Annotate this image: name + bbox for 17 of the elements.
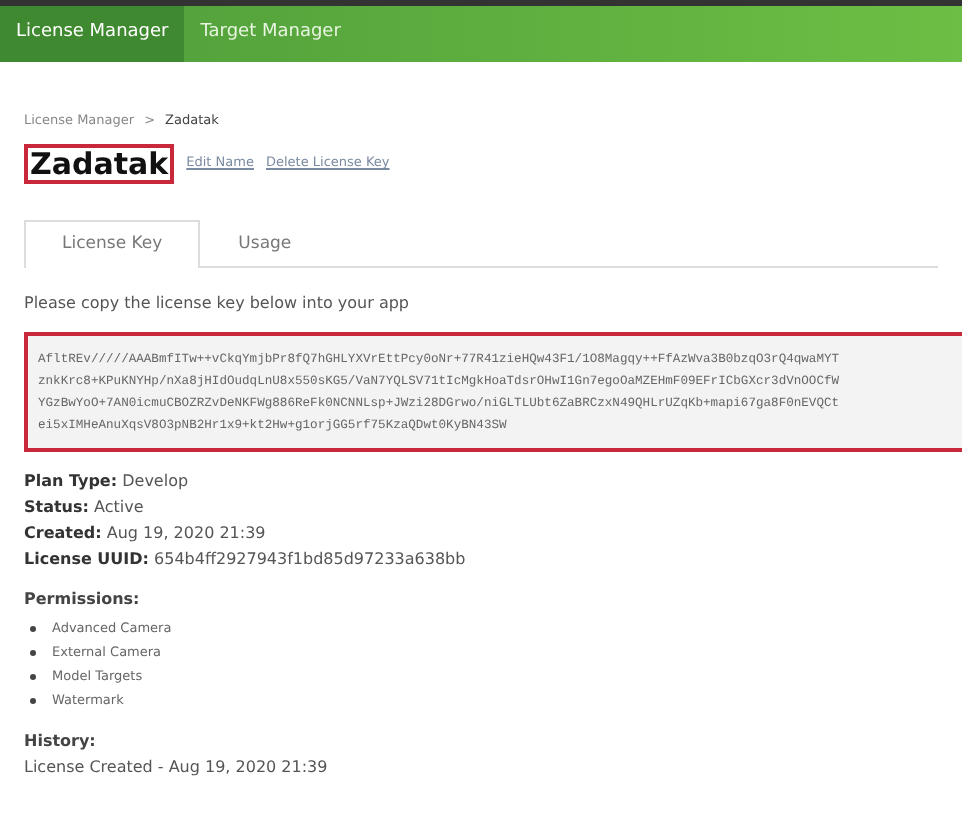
detail-line: Plan Type: Develop xyxy=(24,470,191,494)
nav-link[interactable]: Target Manager xyxy=(184,6,357,62)
history-entry: License Created - Aug 19, 2020 21:39 xyxy=(24,756,330,780)
tab[interactable]: Usage xyxy=(200,220,330,268)
detail-line: License UUID: 654b4ff2927943f1bd85d97233a638bb xyxy=(24,548,468,572)
bullet-icon xyxy=(30,625,36,631)
page-title: Zadatak xyxy=(24,143,175,185)
tab[interactable]: License Key xyxy=(24,220,201,268)
history-heading: History: xyxy=(24,730,98,754)
bullet-icon xyxy=(30,697,36,703)
detail-line: Status: Active xyxy=(24,496,146,520)
bullet-icon xyxy=(30,649,36,655)
detail-line: Created: Aug 19, 2020 21:39 xyxy=(24,522,268,546)
nav-link[interactable]: License Manager xyxy=(0,6,185,62)
bullet-icon xyxy=(30,673,36,679)
permissions-heading: Permissions: xyxy=(24,588,142,612)
instruction-text: Please copy the license key below into your app xyxy=(24,292,411,316)
